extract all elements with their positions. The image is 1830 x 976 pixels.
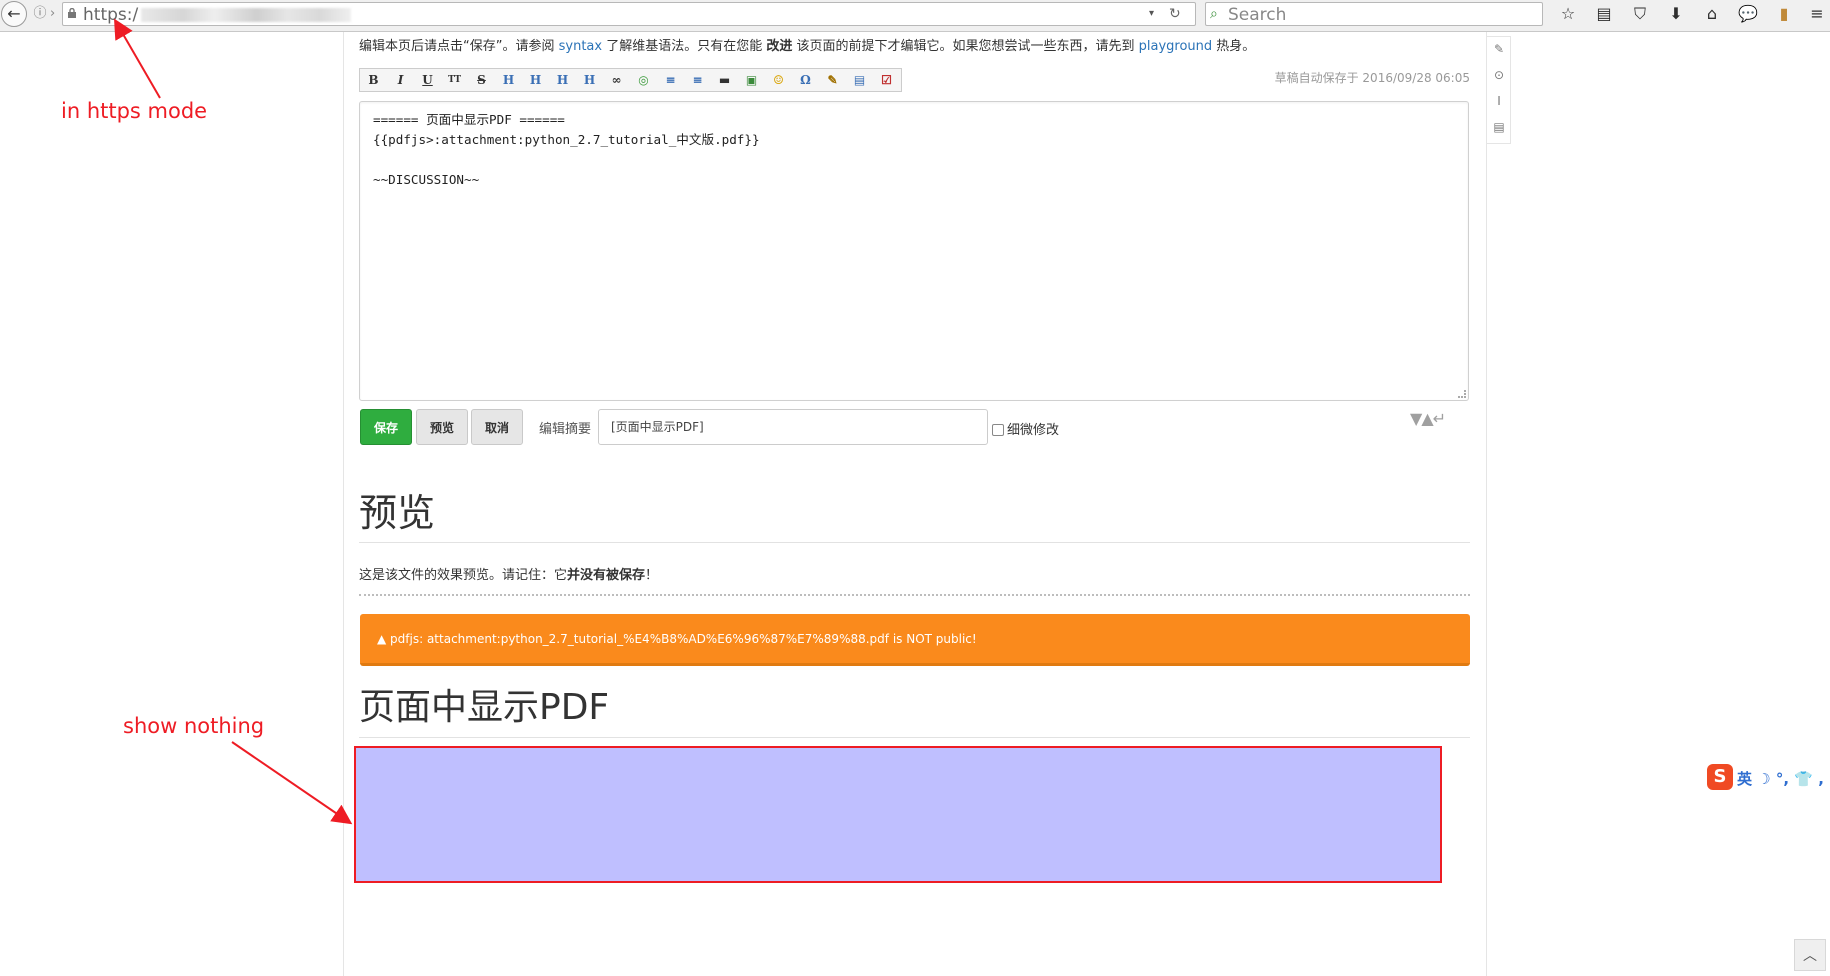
pdf-embed-area — [354, 746, 1442, 883]
revisions-icon[interactable]: ⊙ — [1492, 67, 1506, 83]
intro-text: 热身。 — [1212, 39, 1256, 54]
search-input[interactable]: ⌕ Search — [1205, 2, 1543, 26]
grow-arrow-icon[interactable]: ▲ — [1421, 409, 1433, 428]
ime-widget[interactable]: S 英 ☽ °, 👕 , — [1707, 764, 1830, 792]
table-button[interactable]: ▤ — [846, 69, 873, 91]
link-button[interactable]: ∞ — [603, 69, 630, 91]
warning-message: ▲ pdfjs: attachment:python_2.7_tutorial_… — [377, 632, 977, 646]
italic-button[interactable]: I — [387, 69, 414, 91]
warning-text: pdfjs: attachment:python_2.7_tutorial_%E… — [390, 632, 977, 646]
preview-note-bold: 并没有被保存 — [567, 568, 646, 583]
pocket-icon[interactable]: ⛉ — [1629, 3, 1651, 25]
draft-status: 草稿自动保存于 2016/09/28 06:05 — [1274, 71, 1470, 85]
home-icon[interactable]: ⌂ — [1701, 3, 1723, 25]
media-button[interactable]: ▣ — [738, 69, 765, 91]
lock-icon — [68, 8, 76, 18]
external-link-button[interactable]: ◎ — [630, 69, 657, 91]
strike-button[interactable]: S — [468, 69, 495, 91]
preview-note-text: ！ — [645, 568, 659, 583]
sogou-logo-icon[interactable]: S — [1707, 764, 1733, 790]
editor-size-controls: ▼▲↵ — [1410, 409, 1470, 429]
reading-list-icon[interactable]: ▤ — [1593, 3, 1615, 25]
unordered-list-button[interactable]: ≡ — [684, 69, 711, 91]
preview-button[interactable]: 预览 — [416, 409, 468, 445]
preview-note: 这是该文件的效果预览。请记住：它并没有被保存！ — [359, 564, 658, 583]
divider — [359, 737, 1470, 738]
annotation-arrow — [113, 18, 161, 99]
intro-bold: 改进 — [766, 39, 793, 54]
wiki-text-editor[interactable]: ====== 页面中显示PDF ====== {{pdfjs>:attachme… — [359, 101, 1469, 401]
resize-grip[interactable] — [1458, 390, 1466, 398]
summary-input[interactable]: [页面中显示PDF] — [598, 409, 988, 445]
syntax-link[interactable]: syntax — [559, 39, 602, 54]
edit-page-icon[interactable]: ✎ — [1492, 41, 1506, 57]
bold-button[interactable]: B — [360, 69, 387, 91]
url-bar[interactable]: https:/ ▾ ↻ — [62, 2, 1196, 26]
back-button[interactable]: ← — [1, 1, 27, 27]
editor-content[interactable]: ====== 页面中显示PDF ====== {{pdfjs>:attachme… — [373, 110, 760, 190]
preview-note-text: 这是该文件的效果预览。请记住：它 — [359, 568, 568, 583]
search-placeholder: Search — [1228, 5, 1287, 25]
annotation-arrow — [231, 741, 353, 825]
wrap-toggle-icon[interactable]: ↵ — [1433, 409, 1446, 428]
menu-icon[interactable]: ≡ — [1806, 3, 1828, 25]
warning-box: ▲ pdfjs: attachment:python_2.7_tutorial_… — [360, 614, 1470, 666]
url-dropdown-icon[interactable]: ▾ — [1149, 6, 1161, 22]
underline-button[interactable]: U — [414, 69, 441, 91]
edit-intro: 编辑本页后请点击“保存”。请参阅 syntax 了解维基语法。只有在您能 改进 … — [359, 38, 1359, 56]
star-icon[interactable]: ☆ — [1557, 3, 1579, 25]
page-left-border — [343, 32, 344, 976]
preview-heading: 预览 — [359, 491, 436, 535]
checkbox-button[interactable]: ☑ — [873, 69, 900, 91]
special-chars-button[interactable]: Ω — [792, 69, 819, 91]
page-tools-sidebar: ✎ ⊙ I ▤ — [1487, 36, 1511, 144]
annotation-show-nothing: show nothing — [123, 714, 265, 738]
url-text: https:/ — [83, 5, 139, 25]
cancel-button[interactable]: 取消 — [471, 409, 523, 445]
export-page-icon[interactable]: ▤ — [1492, 119, 1506, 135]
search-icon: ⌕ — [1210, 6, 1218, 22]
heading-lower-button[interactable]: H — [522, 69, 549, 91]
save-button[interactable]: 保存 — [360, 409, 412, 445]
forward-chevron-icon[interactable]: › — [50, 6, 60, 22]
chat-icon[interactable]: 💬 — [1737, 3, 1759, 25]
dotted-divider — [359, 594, 1470, 596]
site-identity-icon[interactable]: ⓘ — [33, 6, 47, 22]
horizontal-rule-button[interactable]: ▬ — [711, 69, 738, 91]
redacted-url — [141, 8, 351, 22]
heading-same-button[interactable]: H — [495, 69, 522, 91]
monospace-button[interactable]: TT — [441, 69, 468, 91]
warning-icon: ▲ — [377, 632, 391, 646]
download-icon[interactable]: ⬇ — [1665, 3, 1687, 25]
document-heading: 页面中显示PDF — [359, 687, 610, 728]
ordered-list-button[interactable]: ≡ — [657, 69, 684, 91]
ime-status[interactable]: 英 ☽ °, 👕 , — [1737, 768, 1824, 789]
page-right-border — [1486, 32, 1487, 976]
intro-text: 该页面的前提下才编辑它。如果您想尝试一些东西，请先到 — [792, 39, 1139, 54]
intro-text: 编辑本页后请点击“保存”。请参阅 — [359, 39, 559, 54]
extension-icon[interactable]: ▮ — [1773, 3, 1795, 25]
reload-icon[interactable]: ↻ — [1169, 5, 1185, 23]
playground-link[interactable]: playground — [1139, 39, 1213, 54]
shrink-arrow-icon[interactable]: ▼ — [1410, 409, 1422, 428]
backlinks-icon[interactable]: I — [1492, 93, 1506, 109]
intro-text: 了解维基语法。只有在您能 — [602, 39, 767, 54]
heading-higher-button[interactable]: H — [549, 69, 576, 91]
signature-button[interactable]: ✎ — [819, 69, 846, 91]
heading-menu-button[interactable]: H — [576, 69, 603, 91]
minor-edit-label[interactable]: 细微修改 — [1007, 419, 1059, 438]
summary-label: 编辑摘要 — [539, 422, 592, 437]
annotation-https-mode: in https mode — [61, 99, 208, 123]
browser-toolbar: ← ⓘ › https:/ ▾ ↻ ⌕ Search ☆ ▤ ⛉ ⬇ ⌂ 💬 ▮… — [0, 0, 1830, 32]
editor-toolbar: B I U TT S H H H H ∞ ◎ ≡ ≡ ▬ ▣ ☺ Ω ✎ ▤ ☑ — [359, 68, 902, 92]
divider — [359, 542, 1470, 543]
minor-edit-checkbox[interactable] — [992, 424, 1004, 436]
smiley-button[interactable]: ☺ — [765, 69, 792, 91]
scroll-to-top-button[interactable]: ︿ — [1794, 939, 1826, 971]
